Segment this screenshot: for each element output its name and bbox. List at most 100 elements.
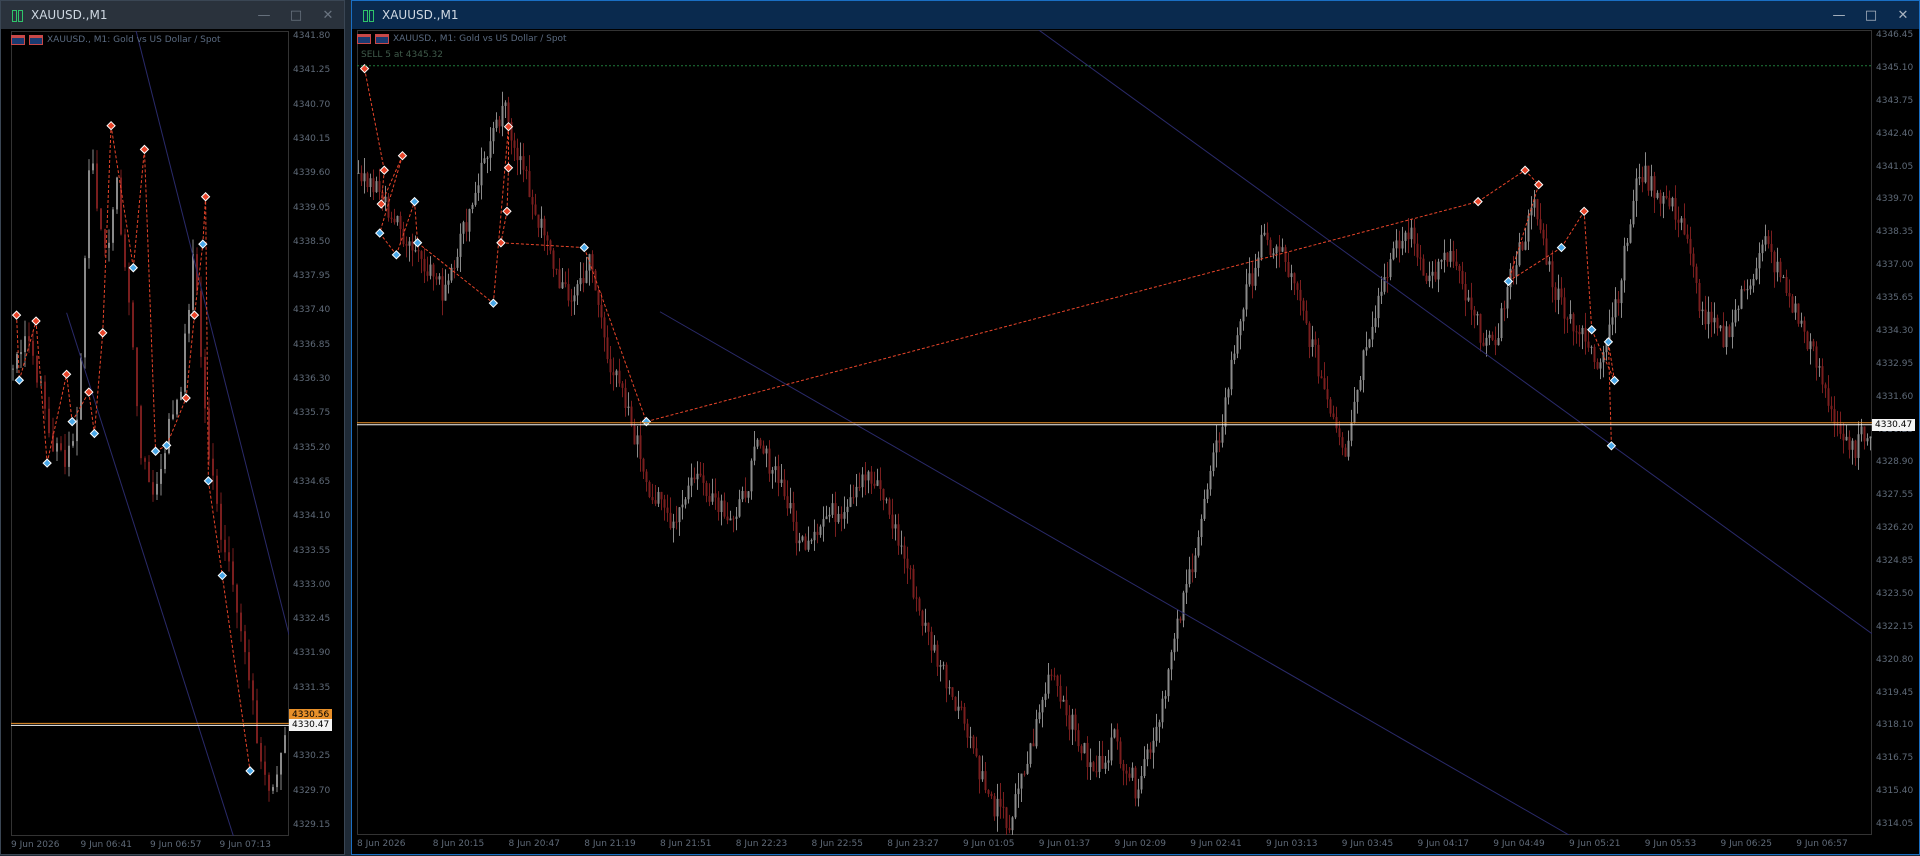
candle-body xyxy=(236,584,238,613)
candle-body xyxy=(780,479,783,483)
candle-body xyxy=(1818,366,1821,368)
candle-body xyxy=(606,337,609,360)
chart-type-icon[interactable] xyxy=(11,35,25,45)
candle-body xyxy=(744,490,747,498)
candle-body xyxy=(1281,247,1284,252)
y-axis[interactable]: 4346.45 4345.10 4343.75 4342.40 4341.05 4339.… xyxy=(1872,30,1920,835)
candle-body xyxy=(522,156,525,170)
candle-body xyxy=(585,270,588,283)
candle-body xyxy=(1716,317,1719,329)
chart-window-icon xyxy=(362,8,376,22)
swing-high-marker xyxy=(376,199,386,209)
chart-type-icon[interactable] xyxy=(357,34,371,44)
candle-body xyxy=(116,177,118,210)
candle-body xyxy=(708,496,711,502)
candle-body xyxy=(1008,828,1011,831)
candle-body xyxy=(456,256,459,268)
candle-body xyxy=(582,278,585,283)
candle-body xyxy=(765,448,768,454)
candle-body xyxy=(1059,685,1062,702)
candle-body xyxy=(975,748,978,757)
candle-body xyxy=(810,540,813,542)
candle-body xyxy=(1125,770,1128,774)
minimize-icon[interactable]: — xyxy=(248,8,280,23)
candle-body xyxy=(76,419,78,442)
candle-body xyxy=(426,271,429,276)
candle-body xyxy=(1233,353,1236,360)
candle-body xyxy=(474,192,477,205)
candle-body xyxy=(1026,763,1029,774)
y-tick-label: 4340.70 xyxy=(293,99,331,110)
candle-body xyxy=(480,162,483,186)
candle-body xyxy=(1272,253,1275,255)
swing-low-marker xyxy=(89,428,100,439)
candle-body xyxy=(771,470,774,474)
candle-body xyxy=(693,477,696,480)
candle-body xyxy=(1809,341,1812,350)
candle-body xyxy=(579,278,582,285)
y-tick-label: 4346.45 xyxy=(1876,30,1914,40)
candle-body xyxy=(100,208,102,230)
candle-body xyxy=(795,521,798,544)
symbol-icon[interactable] xyxy=(29,35,43,45)
zigzag-segment xyxy=(500,211,508,243)
candle-body xyxy=(1365,347,1368,351)
price-chart-main[interactable]: XAUUSD., M1: Gold vs US Dollar / Spot SE… xyxy=(357,30,1916,849)
candle-body xyxy=(96,163,98,209)
price-chart-left[interactable]: XAUUSD., M1: Gold vs US Dollar / Spot 43… xyxy=(11,31,333,850)
candle-body xyxy=(879,480,882,489)
x-axis[interactable]: 8 Jun 2026 8 Jun 20:15 8 Jun 20:47 8 Jun 21… xyxy=(357,835,1872,855)
close-icon[interactable]: ✕ xyxy=(1887,8,1919,23)
candle-body xyxy=(930,631,933,651)
maximize-icon[interactable]: □ xyxy=(280,8,312,23)
candle-body xyxy=(1194,555,1197,573)
candle-body xyxy=(948,687,951,689)
candle-body xyxy=(1650,176,1653,191)
candle-body xyxy=(891,514,894,529)
candle-body xyxy=(1158,722,1161,727)
chart-header: XAUUSD., M1: Gold vs US Dollar / Spot xyxy=(357,34,567,44)
candle-body xyxy=(1305,310,1308,324)
close-icon[interactable]: ✕ xyxy=(312,8,344,23)
candle-body xyxy=(933,644,936,651)
candle-body xyxy=(555,268,558,270)
candle-body xyxy=(762,445,765,454)
candle-body xyxy=(903,545,906,559)
candle-body xyxy=(220,503,222,540)
candle-body xyxy=(1140,775,1143,790)
candle-body xyxy=(1116,729,1119,742)
candle-body xyxy=(1521,242,1524,250)
candle-body xyxy=(1134,767,1137,799)
zigzag-segment xyxy=(380,155,403,205)
candle-body xyxy=(1248,273,1251,285)
candle-body xyxy=(1647,165,1650,191)
x-tick-label: 9 Jun 2026 xyxy=(11,840,60,850)
x-tick-label: 9 Jun 01:05 xyxy=(963,839,1015,849)
candle-body xyxy=(723,500,726,517)
maximize-icon[interactable]: □ xyxy=(1855,8,1887,23)
candle-body xyxy=(1155,726,1158,741)
y-tick-label: 4329.70 xyxy=(293,785,331,796)
x-axis[interactable]: 9 Jun 2026 9 Jun 06:41 9 Jun 06:57 9 Jun 07… xyxy=(11,836,289,856)
candle-body xyxy=(1089,762,1092,768)
title-bar[interactable]: XAUUSD.,M1 — □ ✕ xyxy=(352,1,1919,29)
candle-body xyxy=(1080,746,1083,754)
y-tick-label: 4345.10 xyxy=(1876,62,1914,73)
candle-body xyxy=(1062,699,1065,702)
chart-window-left[interactable]: XAUUSD.,M1 — □ ✕ XAUUSD., M1: Gold vs US… xyxy=(0,0,345,855)
candle-body xyxy=(432,264,435,277)
candle-body xyxy=(954,696,957,711)
candle-body xyxy=(1794,303,1797,313)
candle-body xyxy=(1356,389,1359,402)
candle-body xyxy=(1296,283,1299,290)
candle-body xyxy=(1425,275,1428,282)
candle-body xyxy=(1626,242,1629,246)
minimize-icon[interactable]: — xyxy=(1823,8,1855,23)
swing-high-marker xyxy=(1579,206,1589,217)
candle-body xyxy=(636,435,639,445)
symbol-icon[interactable] xyxy=(375,34,389,44)
title-bar[interactable]: XAUUSD.,M1 — □ ✕ xyxy=(1,1,344,29)
candle-body xyxy=(1698,282,1701,312)
candle-body xyxy=(276,774,278,788)
y-tick-label: 4335.20 xyxy=(293,442,331,453)
